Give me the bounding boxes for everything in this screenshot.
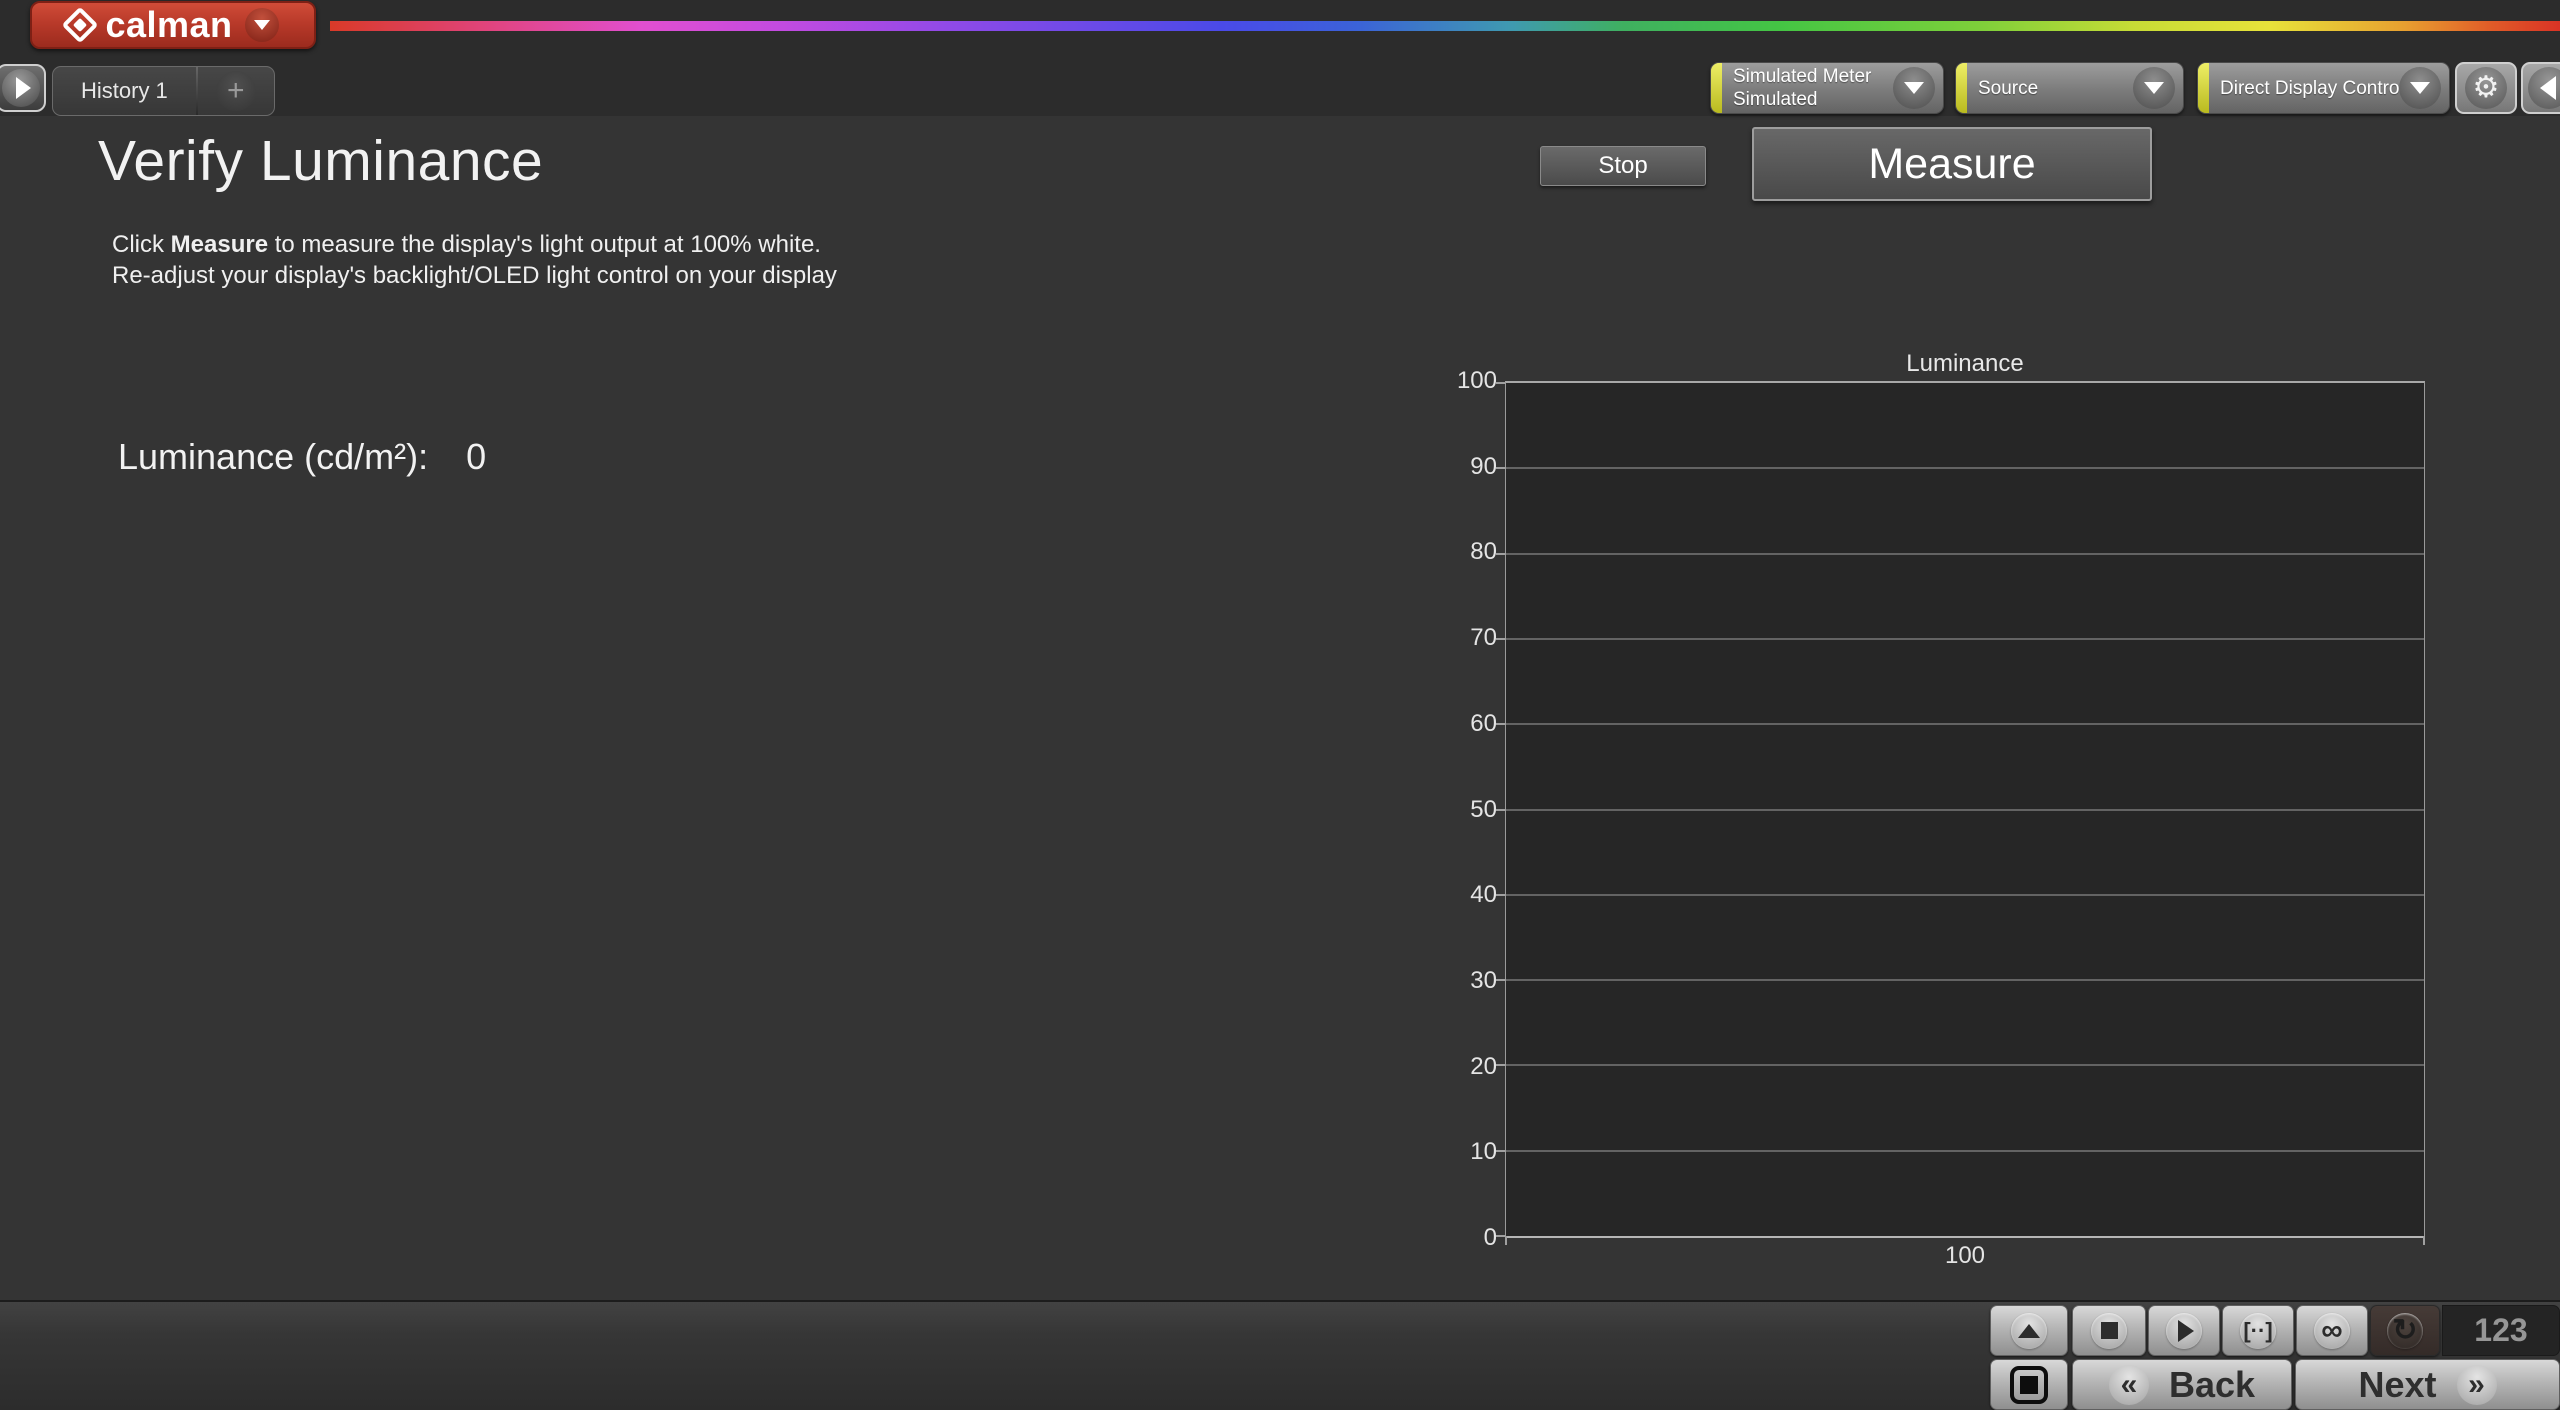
add-tab-button[interactable]: +: [198, 71, 274, 111]
measure-series-button[interactable]: [··]: [2222, 1305, 2294, 1356]
y-tick-label: 80: [1470, 540, 1497, 564]
chart-y-axis: 0102030405060708090100: [1385, 381, 1497, 1238]
y-tick-label: 70: [1470, 626, 1497, 650]
gear-icon: ⚙: [2473, 73, 2500, 103]
calman-menu-button[interactable]: calman: [30, 1, 316, 49]
logo-dropdown-icon[interactable]: [245, 8, 279, 42]
calman-app-window: calman History 1 + Simulated Meter Simul…: [0, 0, 2560, 1410]
collapse-panel-button[interactable]: [2521, 62, 2560, 114]
back-button[interactable]: « Back: [2072, 1359, 2292, 1410]
read-interval-icon: [··]: [2240, 1313, 2276, 1349]
calman-logo-text: calman: [105, 4, 232, 46]
chart-plot: [1505, 381, 2425, 1238]
y-tick-label: 100: [1457, 369, 1497, 393]
back-button-label: Back: [2169, 1364, 2255, 1406]
tab-scroll-button[interactable]: [0, 64, 46, 112]
pattern-window-icon: [2010, 1366, 2048, 1404]
source-status-strip: [1956, 63, 1967, 113]
stop-button[interactable]: Stop: [1540, 146, 1706, 186]
meter-dropdown[interactable]: Simulated Meter Simulated: [1710, 62, 1944, 114]
rainbow-gradient-bar: [330, 21, 2560, 31]
pattern-panel-up-button[interactable]: [1990, 1305, 2068, 1356]
display-control-dropdown[interactable]: Direct Display Control: [2197, 62, 2450, 114]
top-header: calman History 1 + Simulated Meter Simul…: [0, 0, 2560, 116]
tab-group: History 1 +: [52, 66, 275, 116]
measure-loop-button[interactable]: ∞: [2296, 1305, 2368, 1356]
measurement-counter: 123: [2442, 1305, 2560, 1356]
y-tick-label: 60: [1470, 712, 1497, 736]
meter-dropdown-line1: Simulated Meter: [1733, 65, 1871, 88]
page-title: Verify Luminance: [98, 128, 543, 194]
display-control-label: Direct Display Control: [2220, 77, 2404, 100]
arrow-up-icon: [2011, 1313, 2047, 1349]
y-tick-label: 10: [1470, 1140, 1497, 1164]
refresh-icon: ↻: [2387, 1313, 2423, 1349]
chevrons-right-icon: »: [2457, 1365, 2497, 1405]
instructions-text: Click Measure to measure the display's l…: [112, 229, 837, 291]
luminance-readout-value: 0: [466, 436, 486, 478]
play-icon: [2166, 1313, 2202, 1349]
instruction-line-2: Re-adjust your display's backlight/OLED …: [112, 260, 837, 291]
y-tick-label: 0: [1484, 1226, 1497, 1250]
play-icon: [2, 69, 40, 107]
chevron-down-icon[interactable]: [2133, 67, 2175, 109]
chart-x-tick-label: 100: [1945, 1242, 1985, 1269]
chevrons-left-icon: «: [2109, 1365, 2149, 1405]
display-control-status-strip: [2198, 63, 2209, 113]
source-dropdown-label: Source: [1978, 77, 2038, 100]
pattern-window-button[interactable]: [1990, 1359, 2068, 1410]
chart-title: Luminance: [1505, 350, 2425, 378]
refresh-button[interactable]: ↻: [2370, 1305, 2440, 1356]
chevron-down-icon[interactable]: [2399, 67, 2441, 109]
meter-status-strip: [1711, 63, 1722, 113]
measure-stop-button[interactable]: [2072, 1305, 2146, 1356]
stop-icon: [2091, 1313, 2127, 1349]
measure-button[interactable]: Measure: [1752, 127, 2152, 201]
next-button-label: Next: [2358, 1364, 2436, 1406]
measure-continuous-button[interactable]: [2148, 1305, 2220, 1356]
bottom-toolbar: 100 [··] ∞ ↻ 123 « Back Next: [0, 1300, 2560, 1410]
chevron-down-icon[interactable]: [1893, 67, 1935, 109]
instruction-line-1: Click Measure to measure the display's l…: [112, 229, 837, 260]
calman-diamond-icon: [62, 7, 99, 44]
meter-dropdown-line2: Simulated: [1733, 88, 1871, 111]
tab-history-1[interactable]: History 1: [53, 78, 196, 104]
luminance-readout: Luminance (cd/m²): 0: [118, 436, 486, 478]
plus-icon: +: [216, 71, 256, 111]
y-tick-label: 20: [1470, 1055, 1497, 1079]
source-dropdown[interactable]: Source: [1955, 62, 2184, 114]
y-tick-label: 50: [1470, 798, 1497, 822]
chevron-left-icon: [2528, 67, 2560, 109]
chart-x-axis: 100: [1505, 1242, 2425, 1270]
luminance-readout-label: Luminance (cd/m²):: [118, 436, 428, 478]
y-tick-label: 30: [1470, 969, 1497, 993]
next-button[interactable]: Next »: [2295, 1359, 2560, 1410]
y-tick-label: 40: [1470, 883, 1497, 907]
infinity-icon: ∞: [2314, 1313, 2350, 1349]
y-tick-label: 90: [1470, 455, 1497, 479]
settings-button[interactable]: ⚙: [2455, 62, 2517, 114]
